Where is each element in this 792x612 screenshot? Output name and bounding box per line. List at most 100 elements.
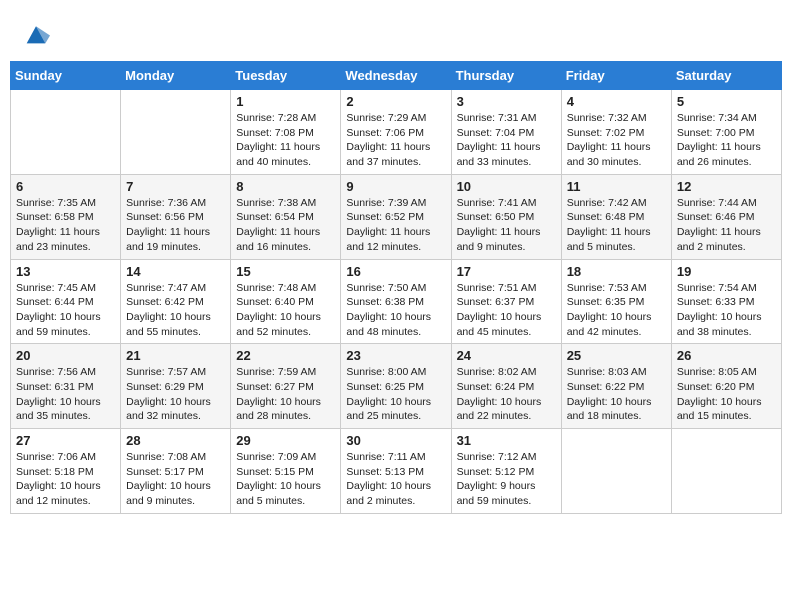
empty-cell — [121, 90, 231, 175]
day-number: 28 — [126, 433, 225, 448]
day-number: 26 — [677, 348, 776, 363]
day-info: Sunrise: 7:53 AMSunset: 6:35 PMDaylight:… — [567, 281, 666, 340]
day-info: Sunrise: 7:59 AMSunset: 6:27 PMDaylight:… — [236, 365, 335, 424]
day-info: Sunrise: 8:05 AMSunset: 6:20 PMDaylight:… — [677, 365, 776, 424]
day-number: 20 — [16, 348, 115, 363]
day-number: 13 — [16, 264, 115, 279]
day-number: 22 — [236, 348, 335, 363]
day-number: 10 — [457, 179, 556, 194]
day-info: Sunrise: 7:47 AMSunset: 6:42 PMDaylight:… — [126, 281, 225, 340]
calendar-day-cell: 14Sunrise: 7:47 AMSunset: 6:42 PMDayligh… — [121, 259, 231, 344]
calendar-day-cell: 5 Sunrise: 7:34 AMSunset: 7:00 PMDaylight… — [671, 90, 781, 175]
calendar-day-cell: 15 Sunrise: 7:48 AMSunset: 6:40 PMDayligh… — [231, 259, 341, 344]
weekday-header: Saturday — [671, 62, 781, 90]
day-number: 27 — [16, 433, 115, 448]
empty-cell — [11, 90, 121, 175]
calendar-day-cell: 28 Sunrise: 7:08 AMSunset: 5:17 PMDayligh… — [121, 429, 231, 514]
calendar-day-cell: 23 Sunrise: 8:00 AMSunset: 6:25 PMDayligh… — [341, 344, 451, 429]
weekday-header: Thursday — [451, 62, 561, 90]
day-info: Sunrise: 7:41 AMSunset: 6:50 PMDaylight:… — [457, 196, 556, 255]
day-number: 8 — [236, 179, 335, 194]
weekday-header: Monday — [121, 62, 231, 90]
calendar-week-row: 13 Sunrise: 7:45 AMSunset: 6:44 PMDayligh… — [11, 259, 782, 344]
calendar-day-cell: 29 Sunrise: 7:09 AMSunset: 5:15 PMDayligh… — [231, 429, 341, 514]
weekday-header-row: SundayMondayTuesdayWednesdayThursdayFrid… — [11, 62, 782, 90]
calendar-day-cell: 9 Sunrise: 7:39 AMSunset: 6:52 PMDaylight… — [341, 174, 451, 259]
day-info: Sunrise: 7:34 AMSunset: 7:00 PMDaylight:… — [677, 111, 776, 170]
calendar-day-cell: 22 Sunrise: 7:59 AMSunset: 6:27 PMDayligh… — [231, 344, 341, 429]
calendar-day-cell: 26 Sunrise: 8:05 AMSunset: 6:20 PMDayligh… — [671, 344, 781, 429]
day-number: 19 — [677, 264, 776, 279]
day-info: Sunrise: 8:00 AMSunset: 6:25 PMDaylight:… — [346, 365, 445, 424]
day-info: Sunrise: 7:38 AMSunset: 6:54 PMDaylight:… — [236, 196, 335, 255]
day-info: Sunrise: 7:08 AMSunset: 5:17 PMDaylight:… — [126, 450, 225, 509]
calendar-day-cell: 10 Sunrise: 7:41 AMSunset: 6:50 PMDayligh… — [451, 174, 561, 259]
calendar-day-cell: 18 Sunrise: 7:53 AMSunset: 6:35 PMDayligh… — [561, 259, 671, 344]
day-info: Sunrise: 7:48 AMSunset: 6:40 PMDaylight:… — [236, 281, 335, 340]
day-info: Sunrise: 7:29 AMSunset: 7:06 PMDaylight:… — [346, 111, 445, 170]
calendar-day-cell: 31 Sunrise: 7:12 AMSunset: 5:12 PMDayligh… — [451, 429, 561, 514]
empty-cell — [671, 429, 781, 514]
day-info: Sunrise: 7:28 AMSunset: 7:08 PMDaylight:… — [236, 111, 335, 170]
page-header — [10, 10, 782, 61]
calendar-day-cell: 21 Sunrise: 7:57 AMSunset: 6:29 PMDayligh… — [121, 344, 231, 429]
weekday-header: Sunday — [11, 62, 121, 90]
day-number: 24 — [457, 348, 556, 363]
day-info: Sunrise: 7:12 AMSunset: 5:12 PMDaylight:… — [457, 450, 556, 509]
day-number: 16 — [346, 264, 445, 279]
day-number: 21 — [126, 348, 225, 363]
calendar-table: SundayMondayTuesdayWednesdayThursdayFrid… — [10, 61, 782, 514]
calendar-day-cell: 20 Sunrise: 7:56 AMSunset: 6:31 PMDayligh… — [11, 344, 121, 429]
day-info: Sunrise: 7:09 AMSunset: 5:15 PMDaylight:… — [236, 450, 335, 509]
logo-icon — [22, 20, 50, 48]
day-number: 25 — [567, 348, 666, 363]
calendar-day-cell: 12 Sunrise: 7:44 AMSunset: 6:46 PMDayligh… — [671, 174, 781, 259]
calendar-day-cell: 2 Sunrise: 7:29 AMSunset: 7:06 PMDaylight… — [341, 90, 451, 175]
day-info: Sunrise: 8:03 AMSunset: 6:22 PMDaylight:… — [567, 365, 666, 424]
day-number: 12 — [677, 179, 776, 194]
day-info: Sunrise: 7:57 AMSunset: 6:29 PMDaylight:… — [126, 365, 225, 424]
calendar-day-cell: 19Sunrise: 7:54 AMSunset: 6:33 PMDayligh… — [671, 259, 781, 344]
day-number: 6 — [16, 179, 115, 194]
day-number: 5 — [677, 94, 776, 109]
day-info: Sunrise: 7:50 AMSunset: 6:38 PMDaylight:… — [346, 281, 445, 340]
day-info: Sunrise: 7:51 AMSunset: 6:37 PMDaylight:… — [457, 281, 556, 340]
day-info: Sunrise: 7:42 AMSunset: 6:48 PMDaylight:… — [567, 196, 666, 255]
day-number: 4 — [567, 94, 666, 109]
day-number: 11 — [567, 179, 666, 194]
day-number: 31 — [457, 433, 556, 448]
day-info: Sunrise: 7:32 AMSunset: 7:02 PMDaylight:… — [567, 111, 666, 170]
day-number: 30 — [346, 433, 445, 448]
day-number: 23 — [346, 348, 445, 363]
calendar-day-cell: 6 Sunrise: 7:35 AMSunset: 6:58 PMDaylight… — [11, 174, 121, 259]
calendar-day-cell: 8 Sunrise: 7:38 AMSunset: 6:54 PMDaylight… — [231, 174, 341, 259]
day-number: 18 — [567, 264, 666, 279]
day-info: Sunrise: 7:45 AMSunset: 6:44 PMDaylight:… — [16, 281, 115, 340]
day-info: Sunrise: 7:56 AMSunset: 6:31 PMDaylight:… — [16, 365, 115, 424]
day-info: Sunrise: 7:31 AMSunset: 7:04 PMDaylight:… — [457, 111, 556, 170]
day-number: 15 — [236, 264, 335, 279]
calendar-day-cell: 1Sunrise: 7:28 AMSunset: 7:08 PMDaylight… — [231, 90, 341, 175]
calendar-day-cell: 16 Sunrise: 7:50 AMSunset: 6:38 PMDayligh… — [341, 259, 451, 344]
day-info: Sunrise: 7:11 AMSunset: 5:13 PMDaylight:… — [346, 450, 445, 509]
day-number: 9 — [346, 179, 445, 194]
calendar-day-cell: 7Sunrise: 7:36 AMSunset: 6:56 PMDaylight… — [121, 174, 231, 259]
calendar-day-cell: 4 Sunrise: 7:32 AMSunset: 7:02 PMDaylight… — [561, 90, 671, 175]
day-info: Sunrise: 7:44 AMSunset: 6:46 PMDaylight:… — [677, 196, 776, 255]
logo — [20, 20, 50, 53]
day-info: Sunrise: 7:39 AMSunset: 6:52 PMDaylight:… — [346, 196, 445, 255]
day-number: 2 — [346, 94, 445, 109]
day-number: 3 — [457, 94, 556, 109]
weekday-header: Wednesday — [341, 62, 451, 90]
calendar-day-cell: 27 Sunrise: 7:06 AMSunset: 5:18 PMDayligh… — [11, 429, 121, 514]
calendar-day-cell: 11 Sunrise: 7:42 AMSunset: 6:48 PMDayligh… — [561, 174, 671, 259]
day-info: Sunrise: 7:06 AMSunset: 5:18 PMDaylight:… — [16, 450, 115, 509]
empty-cell — [561, 429, 671, 514]
calendar-week-row: 27 Sunrise: 7:06 AMSunset: 5:18 PMDayligh… — [11, 429, 782, 514]
calendar-day-cell: 17Sunrise: 7:51 AMSunset: 6:37 PMDayligh… — [451, 259, 561, 344]
calendar-day-cell: 25 Sunrise: 8:03 AMSunset: 6:22 PMDayligh… — [561, 344, 671, 429]
day-info: Sunrise: 7:35 AMSunset: 6:58 PMDaylight:… — [16, 196, 115, 255]
calendar-day-cell: 30 Sunrise: 7:11 AMSunset: 5:13 PMDayligh… — [341, 429, 451, 514]
weekday-header: Friday — [561, 62, 671, 90]
day-number: 29 — [236, 433, 335, 448]
